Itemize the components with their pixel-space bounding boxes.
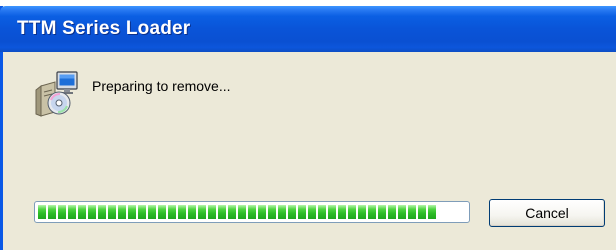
- progress-segment: [418, 205, 426, 219]
- progress-segment: [98, 205, 106, 219]
- progress-segment: [308, 205, 316, 219]
- dialog-content: Preparing to remove... Cancel: [3, 52, 616, 250]
- progress-segment: [338, 205, 346, 219]
- progress-segment: [78, 205, 86, 219]
- status-message: Preparing to remove...: [92, 78, 231, 94]
- progress-segment: [328, 205, 336, 219]
- progress-segment: [148, 205, 156, 219]
- progress-segment: [388, 205, 396, 219]
- setup-installer-icon: [33, 70, 81, 118]
- progress-segment: [258, 205, 266, 219]
- progress-segment: [118, 205, 126, 219]
- progress-segment: [38, 205, 46, 219]
- progress-segment: [178, 205, 186, 219]
- progress-segment: [228, 205, 236, 219]
- progress-segment: [398, 205, 406, 219]
- progress-segment: [378, 205, 386, 219]
- progress-segment: [358, 205, 366, 219]
- progress-segment: [88, 205, 96, 219]
- progress-segment: [218, 205, 226, 219]
- progress-segment: [268, 205, 276, 219]
- progress-segment: [278, 205, 286, 219]
- progress-segment: [138, 205, 146, 219]
- progress-segment: [108, 205, 116, 219]
- window-title: TTM Series Loader: [17, 18, 191, 39]
- progress-segment: [428, 205, 436, 219]
- progress-fill: [38, 205, 436, 219]
- progress-segment: [68, 205, 76, 219]
- progress-segment: [58, 205, 66, 219]
- progress-segment: [408, 205, 416, 219]
- progress-segment: [208, 205, 216, 219]
- installer-dialog-window: TTM Series Loader Preparing to remove...…: [0, 6, 616, 250]
- progress-segment: [168, 205, 176, 219]
- progress-segment: [248, 205, 256, 219]
- cancel-button[interactable]: Cancel: [489, 199, 605, 227]
- title-bar[interactable]: TTM Series Loader: [0, 6, 616, 52]
- progress-segment: [318, 205, 326, 219]
- progress-segment: [128, 205, 136, 219]
- progress-segment: [238, 205, 246, 219]
- progress-segment: [288, 205, 296, 219]
- progress-segment: [158, 205, 166, 219]
- progress-segment: [298, 205, 306, 219]
- progress-segment: [198, 205, 206, 219]
- progress-segment: [348, 205, 356, 219]
- progress-bar: [34, 201, 470, 223]
- progress-segment: [188, 205, 196, 219]
- progress-segment: [368, 205, 376, 219]
- progress-segment: [48, 205, 56, 219]
